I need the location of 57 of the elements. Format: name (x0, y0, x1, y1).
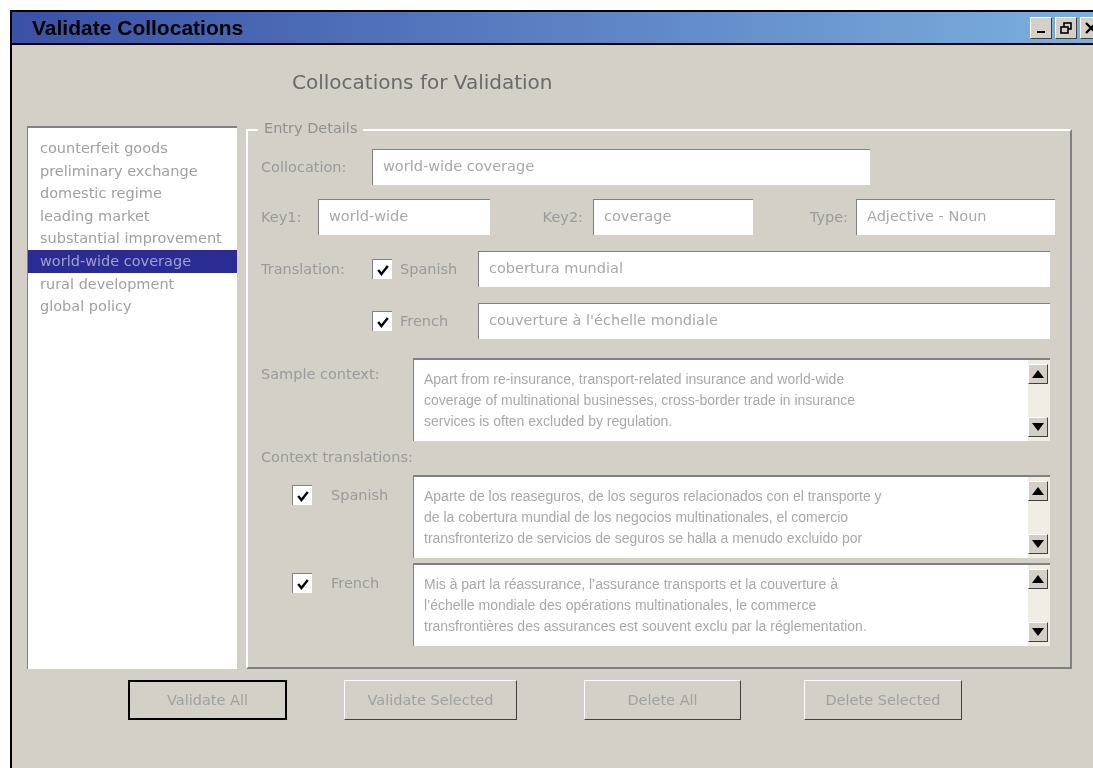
scrollbar[interactable] (1028, 565, 1050, 646)
field-label: Key2: (541, 209, 584, 225)
field-label: Key1: (261, 209, 303, 225)
language-label: Spanish (331, 486, 390, 503)
scroll-up-button[interactable] (1028, 481, 1048, 501)
form-heading: Collocations for Validation (292, 70, 553, 96)
up-arrow-icon (1032, 575, 1044, 583)
language-label: Spanish (399, 261, 459, 277)
group-title: Entry Details (258, 120, 364, 136)
list-item[interactable]: leading market (28, 204, 237, 228)
down-arrow-icon (1032, 628, 1044, 636)
list-item[interactable]: substantial improvement (28, 227, 237, 250)
collocation-field[interactable]: world-wide coverage (372, 149, 870, 185)
minimize-icon (1037, 30, 1045, 33)
list-item[interactable]: domestic regime (28, 182, 237, 205)
checkbox[interactable] (292, 485, 312, 505)
field-label: Type: (808, 209, 849, 225)
up-arrow-icon (1032, 370, 1044, 378)
list-item[interactable]: counterfeit goods (28, 137, 237, 160)
down-arrow-icon (1032, 423, 1044, 431)
context-text: Apart from re-insurance, transport-related insurance and world-wide coverage of multinational businesses, cross-border trade in insurance services is often excluded by regulation. (423, 370, 856, 431)
context-translation-field[interactable] (413, 475, 1050, 558)
list-item[interactable]: preliminary exchange (28, 159, 237, 183)
window-title: Validate Collocations (32, 15, 244, 40)
translation-field[interactable]: cobertura mundial (478, 251, 1050, 287)
translation-field[interactable]: couverture à l'échelle mondiale (478, 303, 1050, 339)
field-label: Translation: (261, 261, 345, 277)
context-text: Mis à part la réassurance, l’assurance transports et la couverture à l’échelle mondiale des opérations multinationales, le commerce transfrontières des assurances est souvent exclu par la réglementation. (423, 575, 867, 636)
checkbox[interactable] (372, 311, 392, 331)
sample-context-field[interactable]: Apart from re-insurance, transport-related insurance and world-wide coverage of multinational businesses, cross-border trade in insurance services is often excluded by regulation. (413, 358, 1050, 441)
scroll-up-button[interactable] (1028, 364, 1048, 384)
list-item[interactable]: global policy (28, 295, 237, 318)
scroll-up-button[interactable] (1028, 569, 1048, 589)
field-label: Context translations: (261, 449, 413, 467)
language-label: French (331, 574, 381, 591)
checkbox[interactable] (372, 259, 392, 279)
field-label: Sample context: (261, 365, 381, 382)
up-arrow-icon (1032, 487, 1044, 495)
field-label: Collocation: (261, 159, 348, 175)
minimize-button[interactable] (1030, 16, 1052, 39)
scroll-down-button[interactable] (1028, 417, 1048, 437)
down-arrow-icon (1032, 540, 1044, 548)
scrollbar[interactable] (1028, 360, 1050, 441)
scrollbar[interactable] (1028, 477, 1050, 558)
type-field[interactable]: Adjective - Noun (856, 199, 1055, 235)
key1-field[interactable]: world-wide (318, 199, 490, 235)
scroll-down-button[interactable] (1028, 622, 1048, 642)
context-text: Aparte de los reaseguros, de los seguros relacionados con el transporte y de la cobertura mundial de los negocios multinationales, el comercio transfronterizo de servicios de seguros se halla a menudo excluido por (423, 487, 882, 548)
context-translation-field[interactable] (413, 563, 1050, 646)
list-item[interactable]: rural development (28, 272, 237, 296)
checkbox[interactable] (292, 573, 312, 593)
language-label: French (399, 313, 450, 329)
restore-button[interactable] (1055, 16, 1077, 39)
scroll-down-button[interactable] (1028, 534, 1048, 554)
list-item[interactable]: world-wide coverage (28, 249, 237, 273)
restore-icon (1059, 20, 1073, 35)
key2-field[interactable]: coverage (593, 199, 753, 235)
